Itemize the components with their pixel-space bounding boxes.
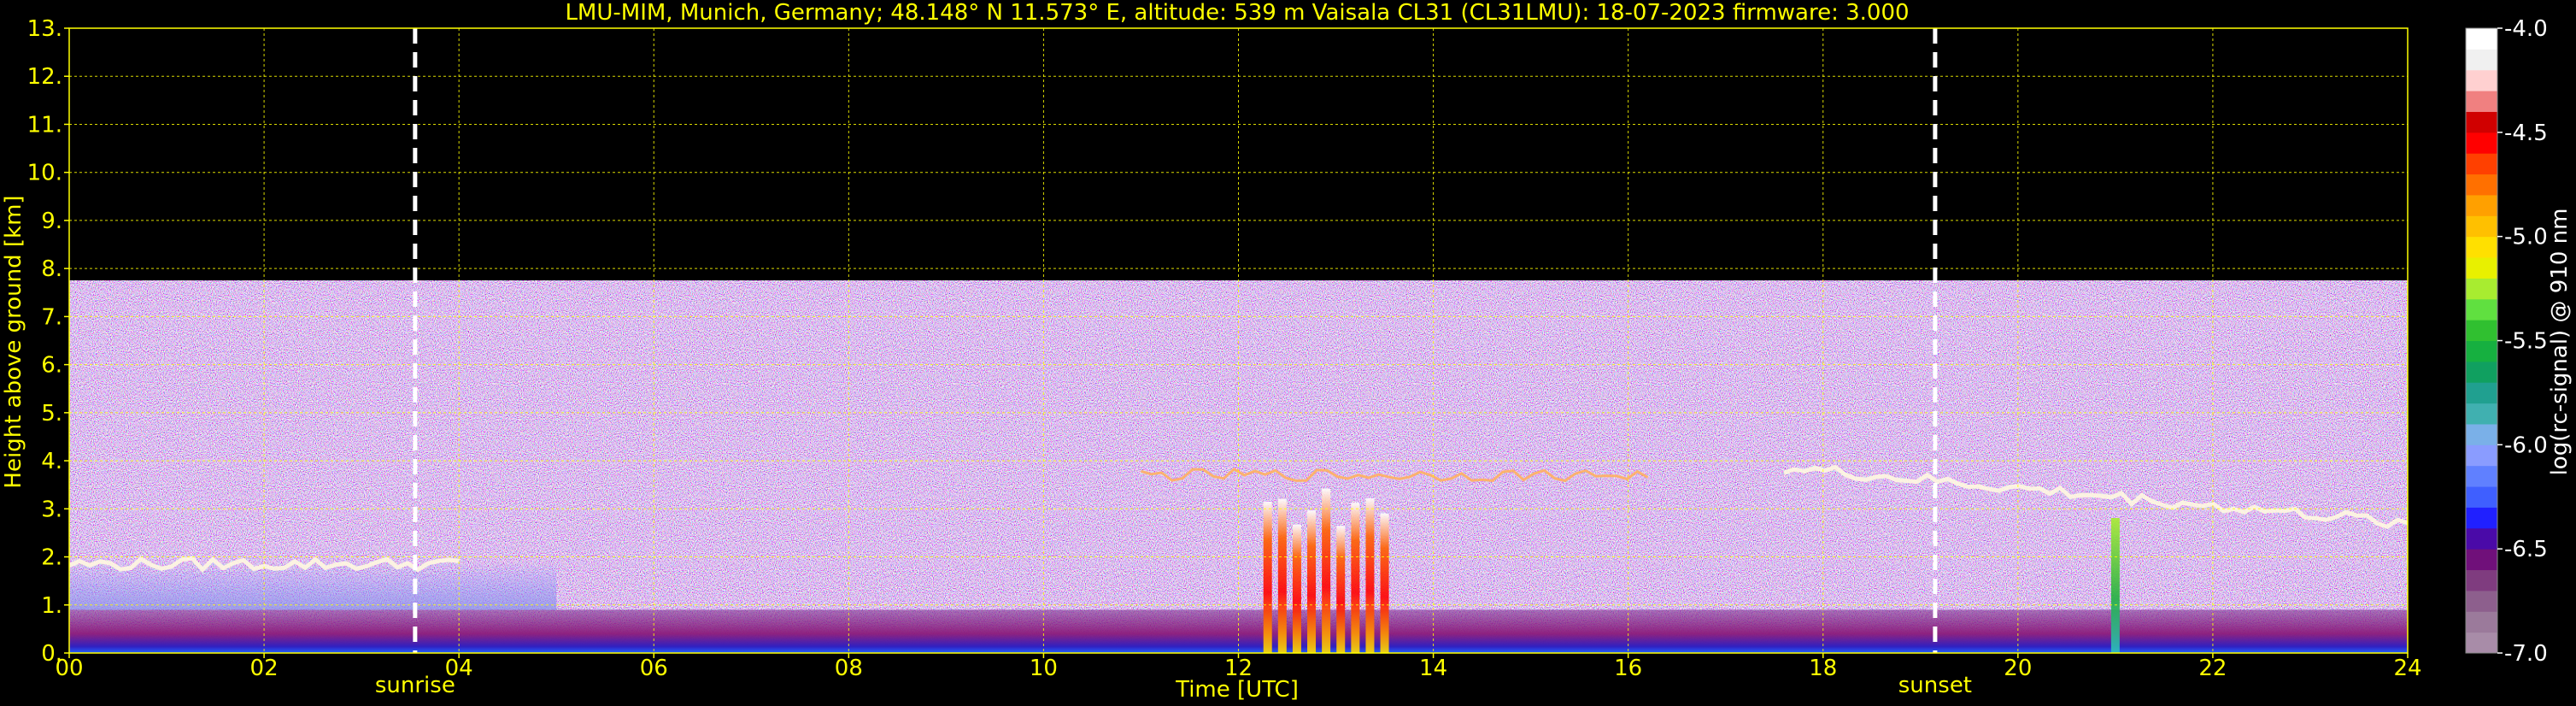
y-tick-label: 3.	[41, 497, 62, 522]
y-tick-label: 10.	[27, 161, 62, 186]
colorbar-swatch	[2466, 49, 2497, 71]
y-tick-label: 0.	[41, 641, 62, 667]
feature-residual-layer	[69, 562, 557, 610]
colorbar-swatch	[2466, 69, 2497, 91]
chart-title: LMU-MIM, Munich, Germany; 48.148° N 11.5…	[565, 0, 1909, 26]
colorbar-swatch	[2466, 28, 2497, 50]
colorbar-swatch	[2466, 111, 2497, 133]
colorbar-tick-label: -7.0	[2504, 641, 2548, 667]
colorbar-label: log(rc-signal) @ 910 nm	[2547, 209, 2573, 476]
x-tick-label: 16	[1614, 656, 1642, 681]
ceilometer-chart: 00 02 04 06 08 10 12 14 16 18 20 22 240.1.2.3.4.5.6.…	[1, 0, 2573, 703]
y-tick-label: 7.	[41, 304, 62, 330]
colorbar-swatch	[2466, 278, 2497, 300]
colorbar-swatch	[2466, 361, 2497, 383]
x-tick-label: 22	[2198, 656, 2227, 681]
colorbar-swatch	[2466, 174, 2497, 196]
colorbar-swatch	[2466, 132, 2497, 154]
colorbar-swatch	[2466, 632, 2497, 654]
colorbar-tick-label: -4.0	[2504, 16, 2548, 42]
y-tick-label: 2.	[41, 545, 62, 571]
colorbar-swatch	[2466, 403, 2497, 425]
feature-rain-shaft	[1322, 488, 1331, 653]
feature-rain-shaft	[2110, 518, 2120, 653]
y-axis-label: Height above ground [km]	[1, 195, 26, 488]
sunset-label: sunset	[1898, 673, 1972, 698]
colorbar-swatch	[2466, 236, 2497, 258]
feature-rain-shaft	[1292, 524, 1301, 653]
feature-boundary-layer	[69, 609, 2408, 653]
colorbar-swatch	[2466, 549, 2497, 571]
y-tick-label: 1.	[41, 593, 62, 619]
colorbar-tick-label: -6.0	[2504, 432, 2548, 458]
colorbar-swatch	[2466, 340, 2497, 362]
feature-rain-shaft	[1336, 526, 1346, 653]
colorbar: -4.0 -4.5 -5.0 -5.5 -6.0 -6.5 -7.0 log(rc-sign…	[2465, 16, 2573, 667]
plot-area	[68, 27, 2409, 654]
colorbar-swatch	[2466, 194, 2497, 216]
feature-rain-shaft	[1380, 513, 1389, 653]
colorbar-tick-label: -6.5	[2504, 537, 2548, 562]
colorbar-swatch	[2466, 486, 2497, 508]
x-tick-label: 08	[835, 656, 863, 681]
colorbar-swatch	[2466, 382, 2497, 404]
y-tick-label: 8.	[41, 256, 62, 282]
colorbar-tick-label: -5.0	[2504, 225, 2548, 250]
feature-rain-shaft	[1365, 497, 1375, 653]
colorbar-swatch	[2466, 590, 2497, 612]
y-tick-label: 5.	[41, 401, 62, 427]
colorbar-swatch	[2466, 153, 2497, 175]
x-tick-label: 24	[2393, 656, 2421, 681]
y-tick-label: 12.	[27, 64, 62, 90]
feature-rain-shaft	[1307, 510, 1317, 653]
y-tick-label: 4.	[41, 449, 62, 474]
x-axis-label: Time [UTC]	[1175, 677, 1299, 703]
colorbar-swatch	[2466, 611, 2497, 633]
y-tick-label: 13.	[27, 16, 62, 42]
x-tick-label: 10	[1030, 656, 1058, 681]
colorbar-ticks: -4.0 -4.5 -5.0 -5.5 -6.0 -6.5 -7.0	[2497, 16, 2548, 667]
colorbar-swatch	[2466, 215, 2497, 238]
colorbar-swatch	[2466, 257, 2497, 279]
colorbar-swatch	[2466, 569, 2497, 591]
feature-rain-shaft	[1263, 502, 1272, 653]
y-tick-label: 6.	[41, 353, 62, 379]
x-tick-label: 06	[640, 656, 668, 681]
colorbar-swatch	[2466, 465, 2497, 487]
x-tick-label: 18	[1809, 656, 1837, 681]
colorbar-swatches	[2466, 28, 2497, 654]
colorbar-tick-label: -5.5	[2504, 329, 2548, 355]
colorbar-swatch	[2466, 527, 2497, 550]
colorbar-swatch	[2466, 507, 2497, 529]
x-tick-label: 20	[2004, 656, 2032, 681]
colorbar-swatch	[2466, 320, 2497, 341]
x-tick-label: 14	[1419, 656, 1447, 681]
sunrise-label: sunrise	[375, 673, 455, 698]
x-tick-label: 02	[250, 656, 279, 681]
feature-rain-shaft	[1351, 503, 1360, 653]
y-tick-label: 9.	[41, 209, 62, 234]
colorbar-tick-label: -4.5	[2504, 121, 2548, 146]
feature-rain-shaft	[1277, 498, 1287, 653]
colorbar-swatch	[2466, 298, 2497, 321]
colorbar-swatch	[2466, 423, 2497, 445]
colorbar-swatch	[2466, 91, 2497, 112]
y-tick-label: 11.	[27, 112, 62, 138]
colorbar-swatch	[2466, 444, 2497, 467]
